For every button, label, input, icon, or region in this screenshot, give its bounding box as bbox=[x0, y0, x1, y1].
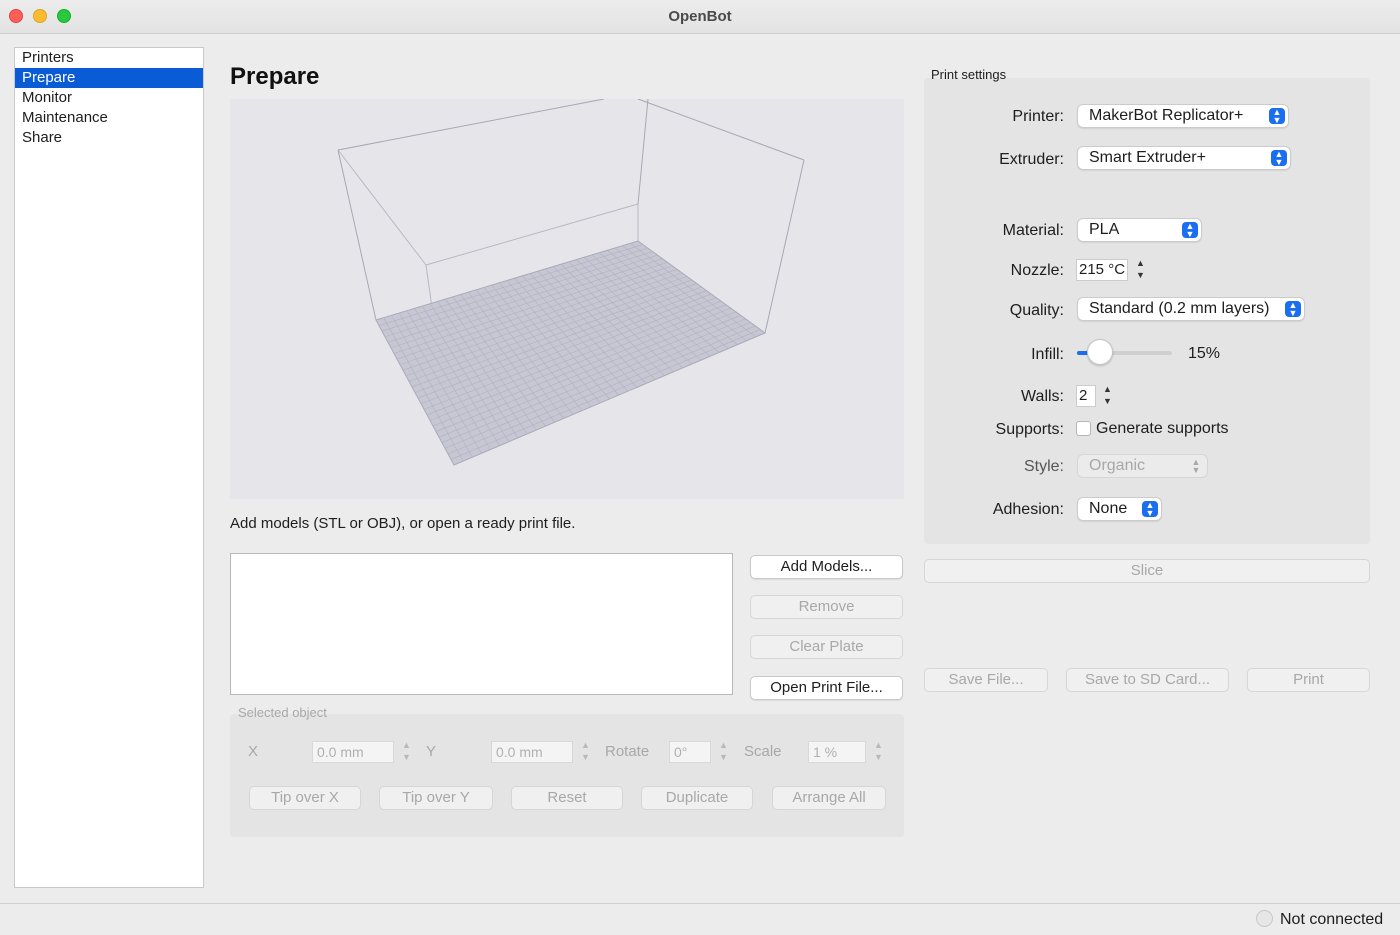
selected-object-label: Selected object bbox=[238, 705, 327, 720]
page-title: Prepare bbox=[230, 63, 320, 90]
model-list[interactable] bbox=[230, 553, 733, 695]
generate-supports-label[interactable]: Generate supports bbox=[1096, 420, 1229, 438]
tip-over-x-button[interactable]: Tip over X bbox=[249, 786, 361, 810]
add-models-button[interactable]: Add Models... bbox=[750, 555, 903, 579]
sidebar-item-maintenance[interactable]: Maintenance bbox=[15, 108, 203, 128]
printer-select-value: MakerBot Replicator+ bbox=[1089, 107, 1244, 124]
adhesion-label: Adhesion: bbox=[992, 501, 1064, 518]
save-to-sd-card-button[interactable]: Save to SD Card... bbox=[1066, 668, 1229, 692]
title-bar: OpenBot bbox=[0, 0, 1400, 34]
chevron-updown-icon: ▲ ▼ bbox=[1285, 301, 1301, 318]
open-print-file-button[interactable]: Open Print File... bbox=[750, 676, 903, 700]
walls-stepper[interactable]: ▲ ▼ bbox=[1100, 384, 1114, 408]
chevron-updown-icon: ▲ ▼ bbox=[1271, 150, 1287, 167]
supports-label: Supports: bbox=[995, 421, 1064, 438]
x-input[interactable]: 0.0 mm bbox=[312, 741, 394, 763]
sidebar-item-monitor[interactable]: Monitor bbox=[15, 88, 203, 108]
extruder-label: Extruder: bbox=[999, 151, 1064, 168]
printer-label: Printer: bbox=[1012, 108, 1064, 125]
material-label: Material: bbox=[1002, 222, 1064, 239]
printer-select[interactable]: MakerBot Replicator+ ▲ ▼ bbox=[1077, 104, 1289, 128]
quality-select-value: Standard (0.2 mm layers) bbox=[1089, 300, 1270, 317]
sidebar-item-printers[interactable]: Printers bbox=[15, 48, 203, 68]
chevron-updown-icon: ▲ ▼ bbox=[1182, 222, 1198, 239]
slice-button[interactable]: Slice bbox=[924, 559, 1370, 583]
y-stepper[interactable]: ▲ ▼ bbox=[578, 740, 592, 764]
style-label: Style: bbox=[1023, 458, 1064, 475]
generate-supports-checkbox[interactable] bbox=[1076, 421, 1091, 436]
walls-input[interactable]: 2 bbox=[1076, 385, 1096, 407]
chevron-updown-icon: ▲ ▼ bbox=[1191, 457, 1201, 475]
connection-status: Not connected bbox=[1280, 911, 1384, 928]
scale-stepper[interactable]: ▲ ▼ bbox=[871, 740, 885, 764]
rotate-stepper[interactable]: ▲ ▼ bbox=[716, 740, 730, 764]
material-select-value: PLA bbox=[1089, 221, 1120, 238]
status-indicator-icon bbox=[1256, 910, 1273, 927]
sidebar: Printers Prepare Monitor Maintenance Sha… bbox=[14, 47, 204, 888]
print-settings-label: Print settings bbox=[931, 67, 1007, 82]
print-button[interactable]: Print bbox=[1247, 668, 1370, 692]
style-select[interactable]: Organic ▲ ▼ bbox=[1077, 454, 1208, 478]
infill-label: Infill: bbox=[1031, 346, 1064, 363]
adhesion-select[interactable]: None ▲ ▼ bbox=[1077, 497, 1162, 521]
duplicate-button[interactable]: Duplicate bbox=[641, 786, 753, 810]
save-file-button[interactable]: Save File... bbox=[924, 668, 1048, 692]
y-label: Y bbox=[426, 743, 437, 760]
extruder-select-value: Smart Extruder+ bbox=[1089, 149, 1206, 166]
extruder-select[interactable]: Smart Extruder+ ▲ ▼ bbox=[1077, 146, 1291, 170]
style-select-value: Organic bbox=[1089, 457, 1146, 474]
status-bar bbox=[0, 903, 1400, 935]
x-label: X bbox=[248, 743, 259, 760]
sidebar-item-prepare[interactable]: Prepare bbox=[15, 68, 203, 88]
window-title: OpenBot bbox=[668, 8, 732, 25]
build-volume-grid-icon bbox=[337, 98, 805, 466]
reset-button[interactable]: Reset bbox=[511, 786, 623, 810]
chevron-updown-icon: ▲ ▼ bbox=[1142, 501, 1158, 518]
infill-value: 15% bbox=[1188, 345, 1221, 362]
x-stepper[interactable]: ▲ ▼ bbox=[399, 740, 413, 764]
sidebar-item-share[interactable]: Share bbox=[15, 128, 203, 148]
infill-slider-knob[interactable] bbox=[1087, 339, 1113, 365]
quality-label: Quality: bbox=[1009, 302, 1064, 319]
material-select[interactable]: PLA ▲ ▼ bbox=[1077, 218, 1202, 242]
y-input[interactable]: 0.0 mm bbox=[491, 741, 573, 763]
adhesion-select-value: None bbox=[1089, 500, 1128, 517]
chevron-updown-icon: ▲ ▼ bbox=[1269, 108, 1285, 125]
rotate-input[interactable]: 0° bbox=[669, 741, 711, 763]
scale-label: Scale bbox=[744, 743, 782, 760]
add-models-hint: Add models (STL or OBJ), or open a ready… bbox=[230, 515, 576, 532]
rotate-label: Rotate bbox=[605, 743, 650, 760]
quality-select[interactable]: Standard (0.2 mm layers) ▲ ▼ bbox=[1077, 297, 1305, 321]
selected-object-group bbox=[230, 714, 904, 837]
tip-over-y-button[interactable]: Tip over Y bbox=[379, 786, 493, 810]
remove-button[interactable]: Remove bbox=[750, 595, 903, 619]
arrange-all-button[interactable]: Arrange All bbox=[772, 786, 886, 810]
clear-plate-button[interactable]: Clear Plate bbox=[750, 635, 903, 659]
nozzle-label: Nozzle: bbox=[1010, 262, 1064, 279]
scale-input[interactable]: 1 % bbox=[808, 741, 866, 763]
build-plate-viewport[interactable] bbox=[230, 98, 904, 499]
nozzle-input[interactable]: 215 °C bbox=[1076, 259, 1128, 281]
walls-label: Walls: bbox=[1021, 388, 1064, 405]
nozzle-stepper[interactable]: ▲ ▼ bbox=[1133, 258, 1147, 282]
